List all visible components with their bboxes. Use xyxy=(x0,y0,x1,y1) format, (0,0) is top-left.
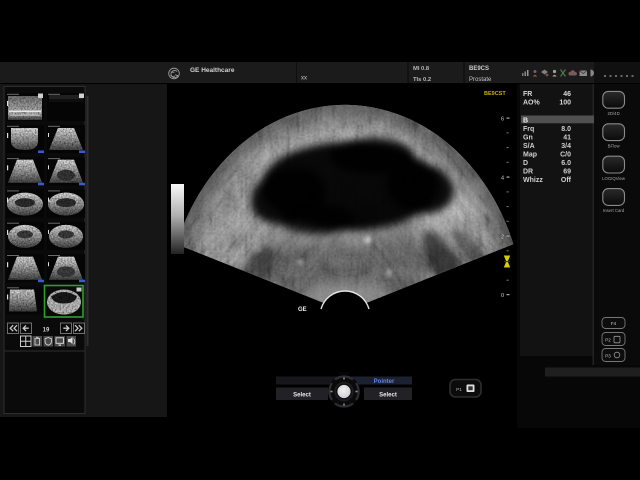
svg-text:F4: F4 xyxy=(611,321,617,326)
svg-text:Pointer: Pointer xyxy=(374,379,395,385)
svg-text:69: 69 xyxy=(563,169,571,176)
svg-text:6.0: 6.0 xyxy=(561,160,571,167)
svg-text:Prostate: Prostate xyxy=(469,77,492,83)
svg-text:P2: P2 xyxy=(605,338,611,343)
svg-text:100: 100 xyxy=(559,100,571,107)
svg-text:D: D xyxy=(523,160,528,167)
svg-text:C/0: C/0 xyxy=(560,152,571,159)
svg-text:FR: FR xyxy=(523,91,532,98)
svg-text:GE: GE xyxy=(298,307,307,313)
svg-text:Select: Select xyxy=(379,393,397,399)
svg-text:Whizz: Whizz xyxy=(523,177,543,184)
svg-text:19: 19 xyxy=(43,328,50,334)
svg-text:B: B xyxy=(523,118,528,125)
svg-text:BFlow: BFlow xyxy=(608,143,621,148)
svg-text:DR: DR xyxy=(523,169,533,176)
svg-text:2: 2 xyxy=(501,235,504,241)
svg-text:Frq: Frq xyxy=(523,126,534,133)
svg-text:41: 41 xyxy=(563,135,571,142)
svg-text:BE9CST: BE9CST xyxy=(484,91,506,97)
svg-text:LOGIQView: LOGIQView xyxy=(602,176,626,181)
svg-text:Select: Select xyxy=(293,393,311,399)
svg-text:2D/4D: 2D/4D xyxy=(608,111,620,116)
svg-text:8.0: 8.0 xyxy=(561,126,571,133)
svg-text:P3: P3 xyxy=(605,354,611,359)
svg-text:P1: P1 xyxy=(456,387,462,393)
svg-text:AO%: AO% xyxy=(523,100,541,107)
svg-text:0: 0 xyxy=(501,293,504,299)
svg-text:xx: xx xyxy=(301,76,307,82)
svg-text:6: 6 xyxy=(501,117,504,123)
svg-text:46: 46 xyxy=(563,91,571,98)
svg-text:TIs 0.2: TIs 0.2 xyxy=(413,77,431,83)
svg-text:GE Healthcare: GE Healthcare xyxy=(190,67,235,74)
svg-text:Map: Map xyxy=(523,152,537,159)
svg-text:MI 0.8: MI 0.8 xyxy=(413,66,430,72)
svg-text:Insert Card: Insert Card xyxy=(603,208,625,213)
svg-text:4: 4 xyxy=(501,176,504,182)
svg-text:BE9CS: BE9CS xyxy=(469,66,489,72)
svg-text:3/4: 3/4 xyxy=(561,143,571,150)
svg-text:Off: Off xyxy=(561,177,572,184)
svg-text:S/A: S/A xyxy=(523,143,535,150)
svg-text:Gn: Gn xyxy=(523,135,533,142)
